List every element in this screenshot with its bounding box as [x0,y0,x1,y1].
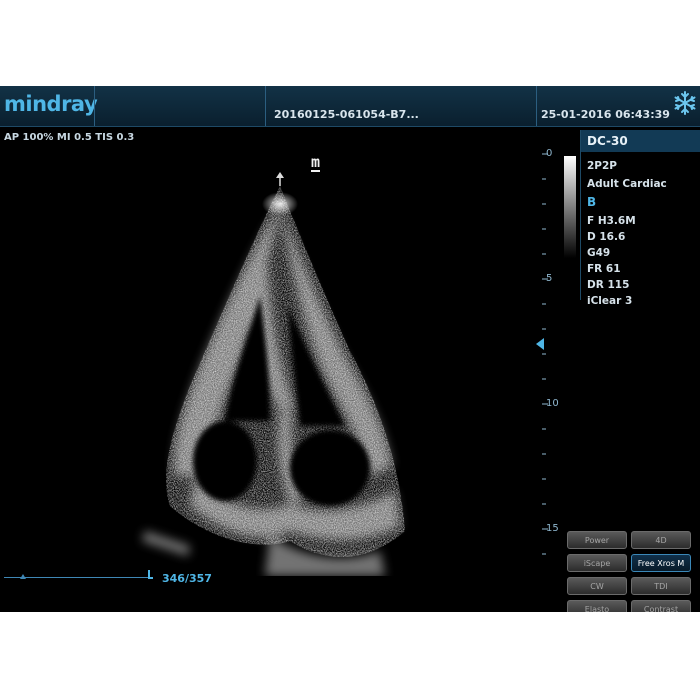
patient-id[interactable]: 20160125-061054-B7... [274,108,419,121]
acoustic-output: AP 100% MI 0.5 TIS 0.3 [4,132,135,143]
imaging-mode: B [587,195,597,209]
iclear-param: iClear 3 [587,295,633,307]
gain-param: G49 [587,247,611,259]
depth-param: D 16.6 [587,231,626,243]
4d-button[interactable]: 4D [631,531,691,549]
exam-type: Adult Cardiac [587,178,667,190]
depth-scale [536,153,548,555]
elasto-button[interactable]: Elasto [567,600,627,612]
preset-param: 2P2P [587,160,618,172]
snowflake-icon[interactable] [672,90,698,116]
grayscale-bar [564,156,576,258]
header-divider [265,86,266,126]
echo-image [142,172,405,576]
frequency-param: F H3.6M [587,215,636,227]
contrast-button[interactable]: Contrast [631,600,691,612]
orientation-marker: m [311,153,321,172]
depth-label: 10 [546,398,559,409]
cine-end-marker[interactable] [148,570,153,579]
tdi-button[interactable]: TDI [631,577,691,595]
cine-slider[interactable] [4,577,152,578]
cine-frame-counter: 346/357 [162,572,212,585]
header-divider [536,86,537,126]
power-button[interactable]: Power [567,531,627,549]
depth-label: 15 [546,523,559,534]
focus-marker[interactable] [536,338,544,350]
header-bar: mindray 20160125-061054-B7... 25-01-2016… [0,86,700,127]
free-xros-m-button[interactable]: Free Xros M [631,554,691,572]
header-divider [94,86,95,126]
depth-label: 0 [546,148,553,159]
dynamic-range-param: DR 115 [587,279,630,291]
cine-start-marker[interactable] [20,574,26,579]
iscape-button[interactable]: iScape [567,554,627,572]
ultrasound-screen: mindray 20160125-061054-B7... 25-01-2016… [0,86,700,612]
depth-label: 5 [546,273,553,284]
exam-datetime: 25-01-2016 06:43:39 [541,108,670,121]
parameter-panel: DC-30 2P2P Adult Cardiac B F H3.6M D 16.… [580,130,700,307]
probe-name[interactable]: DC-30 [581,130,700,152]
cw-button[interactable]: CW [567,577,627,595]
brand-logo: mindray [4,92,98,116]
frame-rate-param: FR 61 [587,263,621,275]
